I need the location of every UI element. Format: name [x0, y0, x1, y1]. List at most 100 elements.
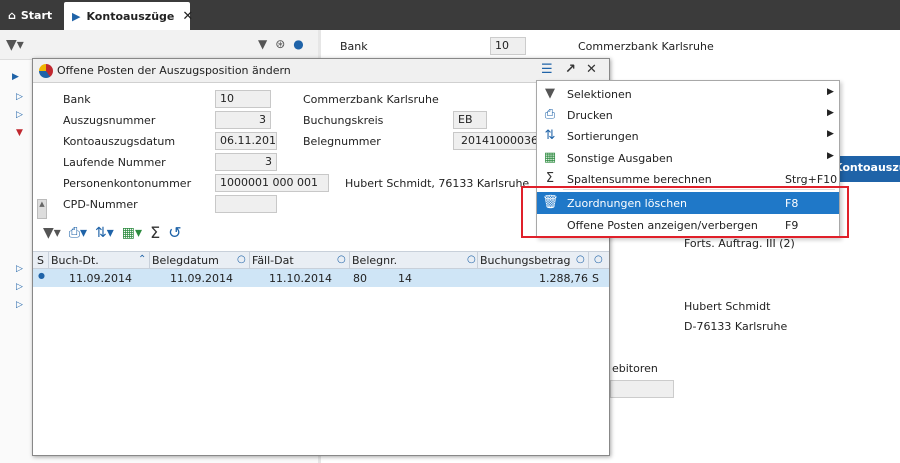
sort-indicator-icon[interactable]: ○	[576, 254, 585, 265]
maximize-icon[interactable]: ↗	[565, 62, 576, 77]
sum-icon[interactable]: Σ	[150, 223, 160, 242]
dialog-title: Offene Posten der Auszugsposition ändern	[57, 64, 291, 77]
column-separator	[149, 252, 150, 270]
bg-customer-city: D-76133 Karlsruhe	[684, 320, 788, 333]
column-header-buch-dt[interactable]: Buch-Dt.	[51, 254, 99, 267]
tree-expand-icon[interactable]: ▷	[16, 282, 23, 292]
cpd-nummer-field[interactable]	[215, 195, 277, 213]
tree-expand-icon[interactable]: ▷	[16, 110, 23, 120]
column-header-s[interactable]: S	[37, 254, 44, 267]
submenu-arrow-icon: ▶	[827, 129, 834, 139]
dot-icon[interactable]: ●	[293, 37, 303, 51]
close-icon[interactable]: ✕	[586, 62, 597, 77]
sort-indicator-icon[interactable]: ○	[237, 254, 246, 265]
kontoauszugsdatum-label: Kontoauszugsdatum	[63, 135, 176, 148]
laufende-nummer-label: Laufende Nummer	[63, 156, 166, 169]
tree-expand-icon[interactable]: ▷	[16, 264, 23, 274]
grid-toolbar: ▼▾ ⎙▾ ⇅▾ ▦▾ Σ ↺	[43, 223, 182, 242]
binoculars-icon[interactable]: ⊛	[275, 37, 285, 51]
column-separator	[48, 252, 49, 270]
menu-item-label: Drucken	[567, 109, 613, 122]
sort-desc-icon[interactable]: ⌃	[138, 254, 146, 265]
menu-item-sonstige-ausgaben[interactable]: ▦ Sonstige Ausgaben ▶	[537, 147, 839, 169]
buchungskreis-label: Buchungskreis	[303, 114, 384, 127]
tree-expand-icon[interactable]: ▷	[16, 300, 23, 310]
close-icon[interactable]: ✕	[182, 9, 193, 24]
auszugsnummer-label: Auszugsnummer	[63, 114, 156, 127]
column-header-belegdatum[interactable]: Belegdatum	[152, 254, 219, 267]
form-scrollbar[interactable]: ▲	[37, 199, 47, 219]
tab-start[interactable]: ⌂ Start	[0, 0, 62, 30]
bank-label: Bank	[63, 93, 91, 106]
bg-bank-name: Commerzbank Karlsruhe	[578, 40, 714, 53]
sort-indicator-icon[interactable]: ○	[467, 254, 476, 265]
sort-indicator-icon[interactable]: ○	[337, 254, 346, 265]
tab-start-label: Start	[20, 8, 53, 22]
refresh-icon[interactable]: ↺	[168, 223, 181, 242]
bg-customer-name: Hubert Schmidt	[684, 300, 771, 313]
export-icon: ▦	[543, 150, 557, 165]
tree-expand-icon[interactable]: ▷	[16, 92, 23, 102]
tab-kontoauszuege-label: Kontoauszüge	[86, 9, 175, 23]
menu-item-sortierungen[interactable]: ⇅ Sortierungen ▶	[537, 125, 839, 147]
annotation-highlight-box	[521, 186, 849, 238]
column-separator	[588, 252, 589, 270]
menu-shortcut: Strg+F10	[785, 173, 838, 186]
filter-icon: ▼	[545, 86, 555, 101]
table-row[interactable]: ● 11.09.2014 11.09.2014 11.10.2014 80 14…	[33, 269, 609, 287]
submenu-arrow-icon: ▶	[827, 151, 834, 161]
home-icon: ⌂	[8, 8, 16, 22]
cpd-nummer-label: CPD-Nummer	[63, 198, 138, 211]
buchungskreis-field[interactable]: EB	[453, 111, 487, 129]
laufende-nummer-field[interactable]: 3	[215, 153, 277, 171]
menu-item-drucken[interactable]: ⎙ Drucken ▶	[537, 104, 839, 126]
bank-field[interactable]: 10	[215, 90, 271, 108]
sum-icon: Σ	[545, 171, 555, 186]
printer-icon[interactable]: ⎙▾	[69, 225, 87, 241]
column-header-belegnr[interactable]: Belegnr.	[352, 254, 397, 267]
grid-header: S Buch-Dt. ⌃ Belegdatum ○ Fäll-Dat ○ Bel…	[33, 251, 609, 270]
app-logo-icon	[39, 64, 53, 78]
sort-indicator-icon[interactable]: ○	[594, 254, 603, 265]
bank-name: Commerzbank Karlsruhe	[303, 93, 439, 106]
tree-expand-icon[interactable]: ▶	[12, 72, 19, 82]
play-icon: ▶	[72, 9, 81, 23]
sort-icon[interactable]: ⇅▾	[95, 225, 114, 241]
column-separator	[349, 252, 350, 270]
personenkontonummer-field[interactable]: 1000001 000 001	[215, 174, 329, 192]
bg-status-text: Forts. Auftrag. III (2)	[684, 237, 795, 250]
filter-icon[interactable]: ▼	[258, 37, 267, 51]
column-header-buchungsbetrag[interactable]: Buchungsbetrag	[480, 254, 571, 267]
cell-buch-dt: 11.09.2014	[69, 272, 132, 285]
menu-item-label: Sonstige Ausgaben	[567, 152, 673, 165]
background-tools: ▼ ⊛ ●	[258, 37, 304, 51]
export-icon[interactable]: ▦▾	[122, 225, 142, 241]
tab-kontoauszuege[interactable]: ▶ Kontoauszüge ✕	[64, 2, 193, 30]
menu-item-label: Selektionen	[567, 88, 632, 101]
bg-debitoren-label: ebitoren	[612, 362, 658, 375]
menu-item-label: Sortierungen	[567, 130, 639, 143]
column-separator	[249, 252, 250, 270]
cell-belegdatum: 11.09.2014	[170, 272, 233, 285]
sort-icon: ⇅	[544, 128, 556, 143]
tree-collapse-icon[interactable]: ▼	[16, 128, 23, 138]
belegnummer-field[interactable]: 20141000036	[453, 132, 543, 150]
bg-bank-field[interactable]: 10	[490, 37, 526, 55]
dialog-titlebar[interactable]: Offene Posten der Auszugsposition ändern…	[33, 59, 609, 83]
cell-s2: S	[592, 272, 599, 285]
filter-icon[interactable]: ▼▾	[43, 225, 61, 241]
top-tab-bar: ⌂ Start ▶ Kontoauszüge ✕	[0, 0, 900, 30]
column-header-faell-dat[interactable]: Fäll-Dat	[252, 254, 294, 267]
filter-icon[interactable]: ▼▾	[6, 37, 24, 53]
personenkonto-name: Hubert Schmidt, 76133 Karlsruhe	[345, 177, 530, 190]
auszugsnummer-field[interactable]: 3	[215, 111, 271, 129]
kontoauszugsdatum-field[interactable]: 06.11.2014	[215, 132, 277, 150]
offene-posten-dialog: Offene Posten der Auszugsposition ändern…	[32, 58, 610, 456]
bg-debitoren-field[interactable]	[610, 380, 674, 398]
menu-item-selektionen[interactable]: ▼ Selektionen ▶	[537, 83, 839, 105]
cell-belegnr-a: 80	[353, 272, 367, 285]
menu-item-label: Spaltensumme berechnen	[567, 173, 712, 186]
printer-icon: ⎙	[544, 107, 556, 122]
menu-icon[interactable]: ☰	[541, 62, 553, 77]
row-marker-icon: ●	[38, 271, 45, 280]
